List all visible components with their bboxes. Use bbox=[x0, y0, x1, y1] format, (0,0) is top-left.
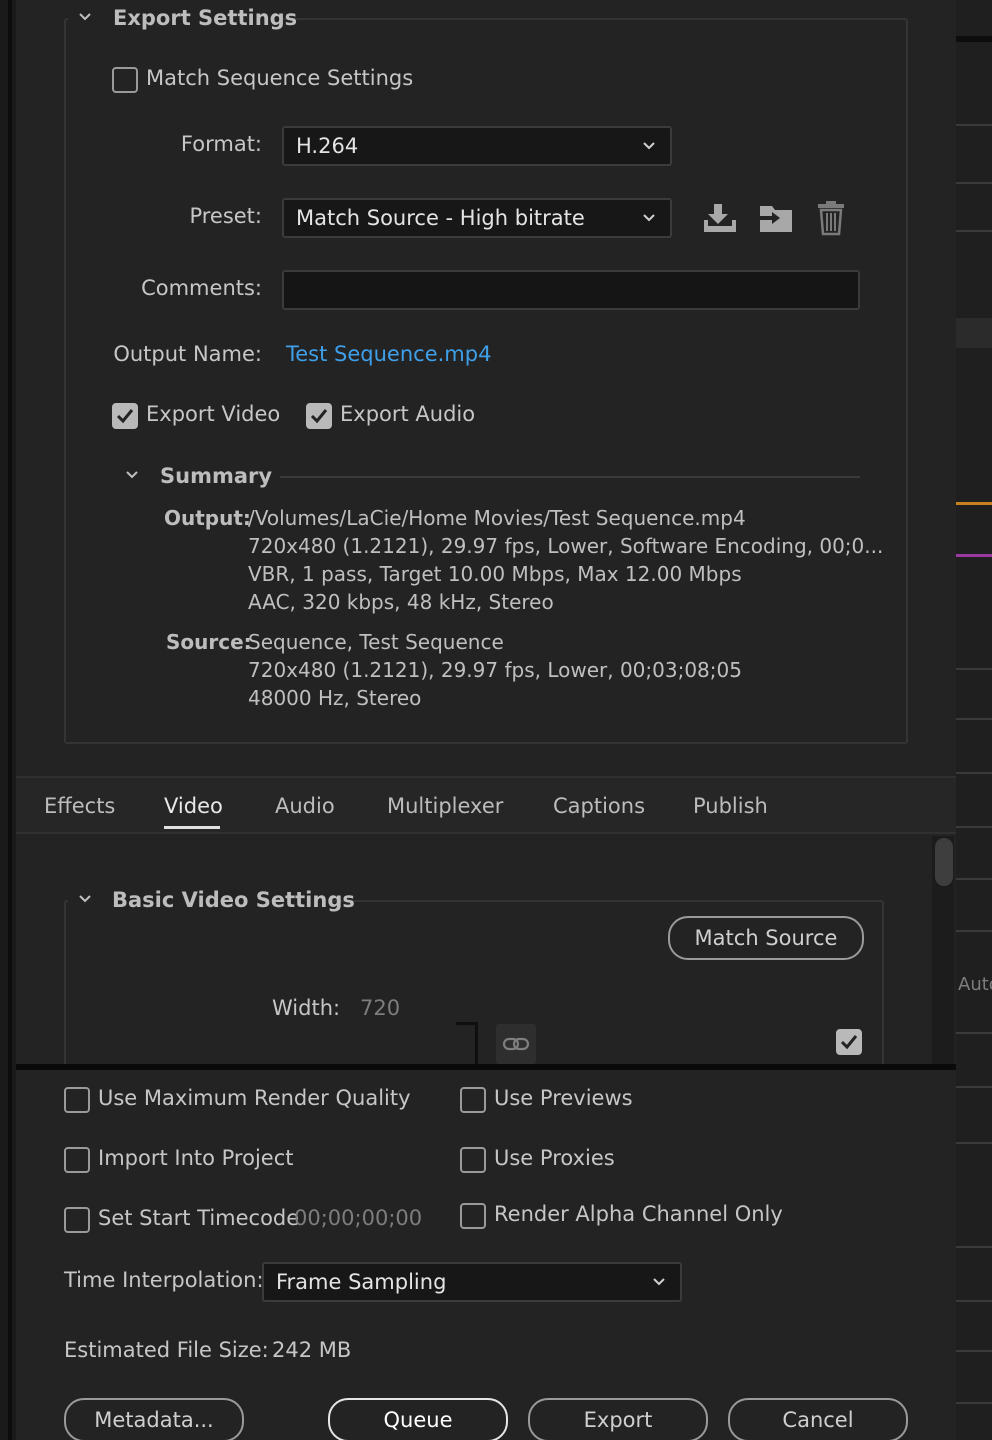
start-timecode-value[interactable]: 00;00;00;00 bbox=[294, 1206, 422, 1230]
import-preset-icon[interactable] bbox=[758, 202, 794, 236]
time-interpolation-value: Frame Sampling bbox=[276, 1270, 447, 1294]
summary-line: 720x480 (1.2121), 29.97 fps, Lower, 00;0… bbox=[248, 658, 742, 682]
use-previews-label: Use Previews bbox=[494, 1086, 633, 1110]
match-source-button[interactable]: Match Source bbox=[668, 916, 864, 960]
chevron-down-icon bbox=[643, 142, 655, 150]
tab-video[interactable]: Video bbox=[164, 794, 223, 818]
set-start-timecode-label: Set Start Timecode bbox=[98, 1206, 300, 1230]
chevron-down-icon[interactable] bbox=[125, 468, 139, 482]
cancel-button[interactable]: Cancel bbox=[728, 1398, 908, 1440]
format-label: Format: bbox=[180, 132, 262, 156]
match-sequence-settings-label: Match Sequence Settings bbox=[146, 66, 414, 90]
use-proxies-label: Use Proxies bbox=[494, 1146, 615, 1170]
format-value: H.264 bbox=[296, 134, 359, 158]
summary-output-key: Output: bbox=[164, 506, 251, 530]
summary-line: AAC, 320 kbps, 48 kHz, Stereo bbox=[248, 590, 554, 614]
width-value[interactable]: 720 bbox=[360, 996, 400, 1020]
match-sequence-settings-checkbox[interactable] bbox=[112, 67, 138, 93]
output-name-label: Output Name: bbox=[113, 342, 262, 366]
output-name-link[interactable]: Test Sequence.mp4 bbox=[286, 342, 491, 366]
chevron-down-icon[interactable] bbox=[78, 892, 92, 906]
width-override-checkbox[interactable] bbox=[836, 1029, 862, 1055]
bottom-options-panel bbox=[16, 1064, 956, 1440]
preset-label: Preset: bbox=[189, 204, 262, 228]
aspect-link-bracket bbox=[456, 1022, 478, 1066]
import-into-project-checkbox[interactable] bbox=[64, 1147, 90, 1173]
scrollbar-thumb[interactable] bbox=[935, 838, 953, 886]
summary-line: 48000 Hz, Stereo bbox=[248, 686, 422, 710]
summary-title: Summary bbox=[160, 464, 273, 488]
checkmark-icon bbox=[310, 409, 328, 424]
basic-video-settings-title: Basic Video Settings bbox=[112, 888, 355, 912]
estimated-file-size-label: Estimated File Size: bbox=[64, 1338, 269, 1362]
export-audio-label: Export Audio bbox=[340, 402, 476, 426]
render-alpha-only-label: Render Alpha Channel Only bbox=[494, 1202, 783, 1226]
summary-line: 720x480 (1.2121), 29.97 fps, Lower, Soft… bbox=[248, 534, 884, 558]
background-timeline-strip: Auto bbox=[956, 0, 992, 1440]
summary-divider bbox=[280, 476, 860, 478]
summary-source-key: Source: bbox=[166, 630, 252, 654]
constrain-proportions-button[interactable] bbox=[496, 1024, 536, 1064]
chain-link-icon bbox=[502, 1037, 530, 1051]
chevron-down-icon[interactable] bbox=[78, 10, 92, 24]
export-audio-checkbox[interactable] bbox=[306, 403, 332, 429]
estimated-file-size-value: 242 MB bbox=[272, 1338, 352, 1362]
preset-value: Match Source - High bitrate bbox=[296, 206, 585, 230]
use-max-render-quality-label: Use Maximum Render Quality bbox=[98, 1086, 411, 1110]
right-strip-text: Auto bbox=[958, 974, 992, 995]
tab-publish[interactable]: Publish bbox=[693, 794, 768, 818]
queue-button[interactable]: Queue bbox=[328, 1398, 508, 1440]
render-alpha-only-checkbox[interactable] bbox=[460, 1203, 486, 1229]
left-panel-edge bbox=[0, 0, 16, 1440]
summary-output-lines: /Volumes/LaCie/Home Movies/Test Sequence… bbox=[248, 504, 883, 616]
tab-multiplexer[interactable]: Multiplexer bbox=[387, 794, 503, 818]
tab-effects[interactable]: Effects bbox=[44, 794, 115, 818]
tab-captions[interactable]: Captions bbox=[553, 794, 645, 818]
summary-line: Sequence, Test Sequence bbox=[248, 630, 504, 654]
chevron-down-icon bbox=[643, 214, 655, 222]
delete-preset-icon[interactable] bbox=[816, 200, 846, 236]
export-video-checkbox[interactable] bbox=[112, 403, 138, 429]
width-label: Width: bbox=[272, 996, 341, 1020]
use-max-render-quality-checkbox[interactable] bbox=[64, 1087, 90, 1113]
comments-input[interactable] bbox=[282, 270, 860, 310]
active-tab-indicator bbox=[164, 826, 220, 829]
export-settings-title: Export Settings bbox=[113, 6, 298, 30]
summary-source-lines: Sequence, Test Sequence 720x480 (1.2121)… bbox=[248, 628, 742, 712]
time-interpolation-dropdown[interactable]: Frame Sampling bbox=[262, 1262, 682, 1302]
import-into-project-label: Import Into Project bbox=[98, 1146, 294, 1170]
save-preset-icon[interactable] bbox=[702, 202, 738, 234]
chevron-down-icon bbox=[653, 1278, 665, 1286]
time-interpolation-label: Time Interpolation: bbox=[64, 1268, 264, 1292]
metadata-button[interactable]: Metadata... bbox=[64, 1398, 244, 1440]
comments-label: Comments: bbox=[141, 276, 262, 300]
checkmark-icon bbox=[116, 409, 134, 424]
use-previews-checkbox[interactable] bbox=[460, 1087, 486, 1113]
export-button[interactable]: Export bbox=[528, 1398, 708, 1440]
summary-line: /Volumes/LaCie/Home Movies/Test Sequence… bbox=[248, 506, 746, 530]
preset-dropdown[interactable]: Match Source - High bitrate bbox=[282, 198, 672, 238]
export-video-label: Export Video bbox=[146, 402, 281, 426]
set-start-timecode-checkbox[interactable] bbox=[64, 1207, 90, 1233]
use-proxies-checkbox[interactable] bbox=[460, 1147, 486, 1173]
format-dropdown[interactable]: H.264 bbox=[282, 126, 672, 166]
checkmark-icon bbox=[840, 1035, 858, 1050]
summary-line: VBR, 1 pass, Target 10.00 Mbps, Max 12.0… bbox=[248, 562, 742, 586]
tab-audio[interactable]: Audio bbox=[275, 794, 335, 818]
